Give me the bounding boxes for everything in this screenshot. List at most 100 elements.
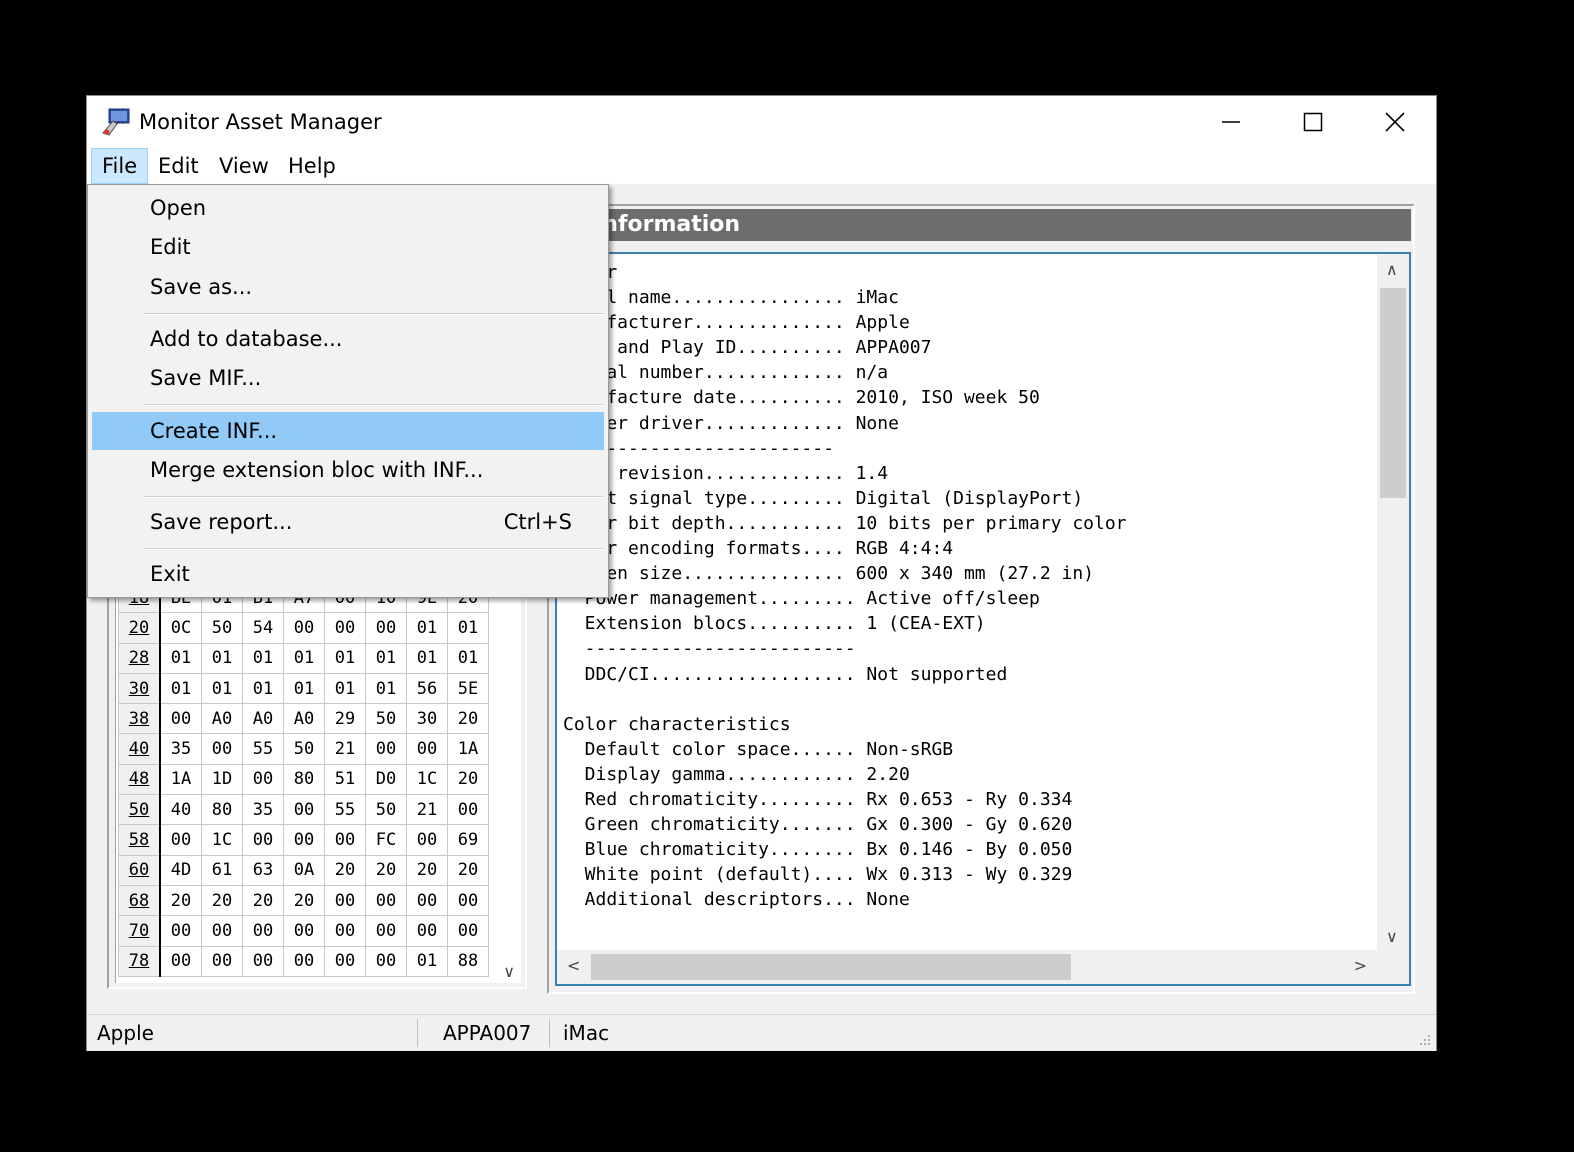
hex-byte: 00	[324, 915, 366, 947]
menu-edit[interactable]: Edit	[148, 148, 209, 184]
menu-view[interactable]: View	[209, 148, 279, 184]
hex-table: 18BE01B1A700109E20200C505400000001012801…	[118, 588, 489, 977]
asset-info-textbox[interactable]: tor del name................ iMac nufact…	[555, 252, 1411, 986]
window-title: Monitor Asset Manager	[139, 110, 382, 134]
horizontal-scrollbar[interactable]: < >	[557, 950, 1377, 984]
hex-byte: 01	[283, 642, 325, 674]
hex-byte: 1C	[201, 824, 243, 856]
hex-byte: 00	[324, 612, 366, 644]
close-icon	[1385, 112, 1405, 132]
hex-address: 58	[118, 824, 161, 856]
menu-item-edit[interactable]: Edit	[92, 228, 604, 266]
hex-address: 60	[118, 854, 161, 886]
maximize-button[interactable]	[1272, 96, 1354, 148]
hex-byte: 61	[201, 854, 243, 886]
close-button[interactable]	[1354, 96, 1436, 148]
menu-item-label: Save as...	[150, 275, 253, 299]
hex-byte: 54	[242, 612, 284, 644]
info-line: Blue chromaticity........ Bx 0.146 - By …	[563, 839, 1073, 861]
hex-byte: 20	[201, 884, 243, 917]
info-line: Display gamma............ 2.20	[563, 763, 910, 785]
hex-byte: 69	[447, 824, 489, 856]
menu-item-open[interactable]: Open	[92, 189, 604, 227]
hex-byte: 01	[447, 612, 489, 644]
hex-row: 68 20 20 20 20 00 00 00 00	[118, 884, 489, 917]
title-bar[interactable]: Monitor Asset Manager	[87, 96, 1436, 148]
scroll-right-icon[interactable]: >	[1354, 956, 1367, 975]
scrollbar-corner	[1377, 950, 1409, 984]
maximize-icon	[1303, 112, 1323, 132]
menu-separator	[144, 548, 604, 550]
info-line: -------------------------	[563, 638, 856, 660]
info-line: lor encoding formats.... RGB 4:4:4	[563, 538, 954, 560]
hex-row: 28 01 01 01 01 01 01 01 01	[118, 642, 489, 674]
hex-address: 78	[118, 945, 161, 977]
hex-byte: 00	[283, 945, 325, 977]
hex-address: 48	[118, 763, 161, 796]
hex-byte: 00	[159, 915, 202, 947]
hex-byte: 01	[406, 945, 448, 977]
vertical-scrollbar[interactable]: ∧ ∨	[1377, 254, 1409, 950]
horizontal-scroll-thumb[interactable]	[591, 954, 1071, 980]
hex-row: 30 01 01 01 01 01 01 56 5E	[118, 672, 489, 705]
hex-byte: 1A	[159, 763, 202, 796]
hex-byte: 20	[324, 854, 366, 886]
hex-byte: 01	[201, 642, 243, 674]
menu-item-save-mif[interactable]: Save MIF...	[92, 359, 604, 397]
hex-byte: 88	[447, 945, 489, 977]
resize-grip-icon[interactable]	[1418, 1033, 1432, 1047]
menu-item-create-inf[interactable]: Create INF...	[92, 412, 604, 450]
hex-byte: A0	[242, 703, 284, 735]
hex-byte: 20	[242, 884, 284, 917]
hex-byte: 01	[447, 642, 489, 674]
hex-byte: 00	[324, 945, 366, 977]
info-line: tor	[563, 260, 1127, 285]
hex-byte: 20	[406, 854, 448, 886]
hex-byte: 29	[324, 703, 366, 735]
status-divider	[549, 1019, 550, 1047]
menu-file[interactable]: File	[91, 148, 149, 184]
vertical-scroll-thumb[interactable]	[1380, 288, 1406, 498]
hex-byte: 01	[242, 642, 284, 674]
info-line: DDC/CI................... Not supported	[563, 663, 1008, 685]
info-line: del name................ iMac	[563, 287, 899, 309]
chevron-down-icon[interactable]: ∨	[503, 962, 515, 981]
hex-byte: 01	[159, 672, 202, 705]
minimize-button[interactable]	[1190, 96, 1272, 148]
hex-byte: FC	[365, 824, 407, 856]
menu-item-add-to-database[interactable]: Add to database...	[92, 320, 604, 358]
hex-row: 50 40 80 35 00 55 50 21 00	[118, 794, 489, 826]
menu-item-merge-extension[interactable]: Merge extension bloc with INF...	[92, 451, 604, 489]
info-line: Extension blocs.......... 1 (CEA-EXT)	[563, 613, 986, 635]
info-line: Red chromaticity......... Rx 0.653 - Ry …	[563, 788, 1073, 810]
scroll-up-icon[interactable]: ∧	[1386, 260, 1398, 279]
hex-byte: 1D	[201, 763, 243, 796]
menu-item-save-report[interactable]: Save report... Ctrl+S	[92, 503, 604, 541]
hex-byte: 00	[324, 824, 366, 856]
edid-hex-grid[interactable]: 18BE01B1A700109E20200C505400000001012801…	[115, 588, 521, 983]
hex-row: 78 00 00 00 00 00 00 01 88	[118, 945, 489, 977]
menu-item-exit[interactable]: Exit	[92, 555, 604, 593]
info-line: Power management......... Active off/sle…	[563, 588, 1040, 610]
hex-address: 50	[118, 794, 161, 826]
menu-bar: File Edit View Help	[87, 148, 1436, 184]
hex-byte: 00	[201, 915, 243, 947]
hex-row: 20 0C 50 54 00 00 00 01 01	[118, 612, 489, 644]
info-line: Green chromaticity....... Gx 0.300 - Gy …	[563, 814, 1073, 836]
asset-info-panel: et Information tor del name.............…	[547, 204, 1415, 994]
hex-row: 48 1A 1D 00 80 51 D0 1C 20	[118, 763, 489, 796]
hex-byte: A0	[201, 703, 243, 735]
hex-byte: 00	[406, 915, 448, 947]
menu-item-label: Edit	[150, 235, 191, 259]
scroll-down-icon[interactable]: ∨	[1386, 927, 1398, 946]
menu-item-save-as[interactable]: Save as...	[92, 268, 604, 306]
menu-separator	[144, 313, 604, 315]
menu-help[interactable]: Help	[278, 148, 346, 184]
hex-byte: 80	[283, 763, 325, 796]
file-menu-dropdown: Open Edit Save as... Add to database... …	[87, 184, 609, 598]
menu-item-label: Open	[150, 196, 207, 220]
scroll-left-icon[interactable]: <	[567, 956, 580, 975]
hex-byte: 00	[201, 733, 243, 765]
info-line: lor bit depth........... 10 bits per pri…	[563, 512, 1127, 534]
hex-byte: 0A	[283, 854, 325, 886]
